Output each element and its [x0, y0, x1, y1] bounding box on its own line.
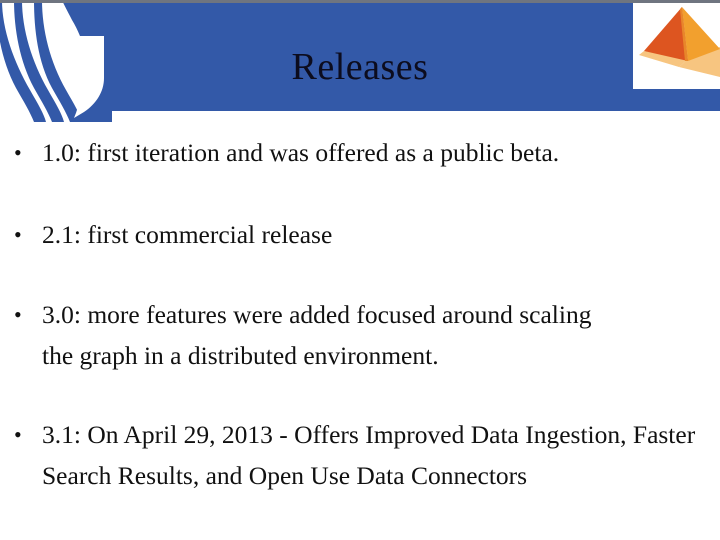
list-item-text: 1.0: first iteration and was offered as … [42, 138, 560, 167]
bullet-marker-icon: • [14, 422, 22, 447]
page-title: Releases [291, 46, 429, 88]
list-item-text: 2.1: first commercial release [42, 220, 333, 249]
bullet-list: • 1.0: first iteration and was offered a… [0, 118, 720, 538]
list-item-text: 3.1: On April 29, 2013 - Offers Improved… [42, 420, 696, 490]
slide-canvas: Releases • 1.0: first iteration and was … [0, 0, 720, 540]
bullet-marker-icon: • [14, 302, 22, 327]
list-item-text: 3.0: more features were added focused ar… [42, 300, 592, 370]
bullet-marker-icon: • [14, 140, 22, 165]
bullet-marker-icon: • [14, 222, 22, 247]
list-item: • 1.0: first iteration and was offered a… [14, 132, 698, 173]
list-item: • 3.1: On April 29, 2013 - Offers Improv… [14, 414, 704, 496]
list-item: • 3.0: more features were added focused … [14, 294, 624, 376]
list-item: • 2.1: first commercial release [14, 214, 706, 255]
slide-top-edge [0, 0, 720, 3]
